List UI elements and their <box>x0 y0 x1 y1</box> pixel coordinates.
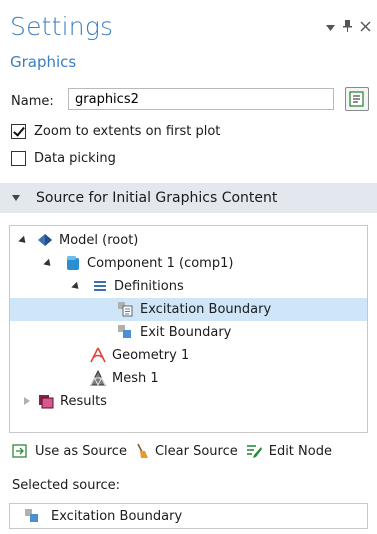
use-as-source-icon <box>12 444 27 458</box>
broom-icon <box>137 443 148 458</box>
tree-item-label: Definitions <box>114 279 184 294</box>
section-label: Source for Initial Graphics Content <box>36 190 278 206</box>
tree-item-label: Geometry 1 <box>112 348 190 363</box>
selected-source-label: Selected source: <box>12 478 121 493</box>
selected-source-value: Excitation Boundary <box>51 508 183 524</box>
tree-item-definitions[interactable]: Definitions <box>10 275 367 298</box>
edit-label-icon <box>349 91 364 107</box>
selection-icon <box>118 325 131 338</box>
use-as-source-label: Use as Source <box>35 443 127 459</box>
model-root-icon <box>38 234 52 246</box>
tree-item-label: Results <box>60 394 107 409</box>
source-section-header[interactable]: Source for Initial Graphics Content <box>0 183 377 213</box>
panel-subtitle: Graphics <box>10 53 77 71</box>
zoom-extents-label: Zoom to extents on first plot <box>34 124 221 139</box>
selected-source-field[interactable]: Excitation Boundary <box>9 503 368 529</box>
tree-item-geometry[interactable]: Geometry 1 <box>10 344 367 367</box>
edit-node-label: Edit Node <box>268 443 332 459</box>
name-label: Name: <box>11 94 54 109</box>
panel-title: Settings <box>10 12 114 41</box>
edit-node-button[interactable]: Edit Node <box>246 443 332 459</box>
window-controls <box>326 20 371 35</box>
tree-item-label: Component 1 (comp1) <box>87 256 234 271</box>
mesh-icon <box>90 370 106 386</box>
component-icon <box>67 256 79 270</box>
name-input[interactable] <box>68 88 334 110</box>
source-toolbar: Use as Source Clear Source Edit Node <box>12 443 340 459</box>
tree-item-label: Mesh 1 <box>112 371 159 386</box>
clear-source-label: Clear Source <box>154 443 238 459</box>
results-icon <box>39 395 54 409</box>
model-tree[interactable]: Model (root) Component 1 (comp1) Definit… <box>9 225 368 433</box>
zoom-extents-checkbox[interactable] <box>11 124 26 139</box>
tree-item-results[interactable]: Results <box>10 390 367 413</box>
clear-source-button[interactable]: Clear Source <box>135 443 238 459</box>
tree-item-exit-boundary[interactable]: Exit Boundary <box>10 321 367 344</box>
tree-item-label: Excitation Boundary <box>140 302 272 317</box>
tree-item-label: Exit Boundary <box>140 325 232 340</box>
expand-toggle-icon[interactable] <box>22 396 32 406</box>
rename-button[interactable] <box>345 87 369 111</box>
expand-toggle-icon[interactable] <box>19 235 29 245</box>
geometry-icon <box>90 347 106 363</box>
pin-icon[interactable] <box>343 20 352 35</box>
selection-icon <box>118 302 133 317</box>
tree-item-label: Model (root) <box>59 233 139 248</box>
expand-toggle-icon[interactable] <box>72 281 82 291</box>
tree-item-component[interactable]: Component 1 (comp1) <box>10 252 367 275</box>
selection-icon <box>25 509 38 522</box>
data-picking-checkbox[interactable] <box>11 151 26 166</box>
tree-item-mesh[interactable]: Mesh 1 <box>10 367 367 390</box>
close-icon[interactable] <box>360 21 371 35</box>
tree-item-excitation-boundary[interactable]: Excitation Boundary <box>10 298 367 321</box>
chevron-down-icon[interactable] <box>326 22 335 34</box>
data-picking-label: Data picking <box>34 151 116 166</box>
definitions-icon <box>94 281 106 291</box>
use-as-source-button[interactable]: Use as Source <box>12 443 127 459</box>
expand-toggle-icon[interactable] <box>44 258 54 268</box>
section-collapse-icon <box>12 195 20 201</box>
data-picking-row[interactable]: Data picking <box>11 151 116 166</box>
zoom-extents-row[interactable]: Zoom to extents on first plot <box>11 124 220 139</box>
edit-node-icon <box>246 445 262 458</box>
tree-item-model-root[interactable]: Model (root) <box>10 229 367 252</box>
